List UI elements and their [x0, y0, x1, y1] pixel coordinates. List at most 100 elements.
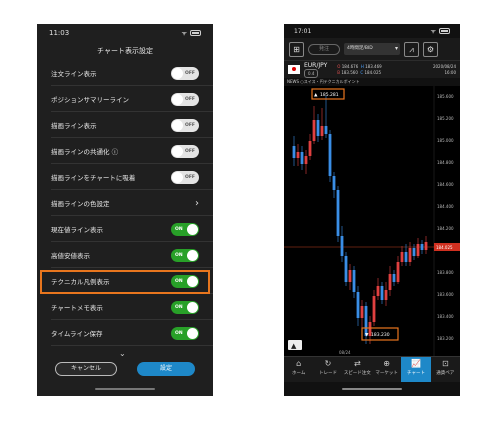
wifi-icon: ᯤ [430, 28, 436, 35]
bid-value: 183.560 [341, 69, 358, 75]
toggle-switch[interactable]: ON [171, 274, 199, 288]
toggle-state-label: OFF [185, 122, 195, 128]
toggle-knob [172, 67, 183, 79]
toggle-switch[interactable]: ON [171, 300, 199, 314]
toggle-state-label: ON [175, 278, 183, 284]
candle-body [360, 306, 364, 318]
candle-body [364, 306, 368, 336]
quote-time: 16:00 [444, 69, 456, 75]
candle-body [308, 141, 312, 156]
candle-body [420, 244, 424, 250]
low-marker-arrow: ▼ [365, 333, 369, 338]
pair-name: EUR/JPY [304, 61, 328, 69]
candle-body [344, 256, 348, 282]
currency-pair[interactable]: EUR/JPY 0.4 [304, 62, 327, 78]
candle-body [416, 244, 420, 256]
toggle-switch[interactable]: ON [171, 248, 199, 262]
tab-item[interactable]: ⇄ スピード注文 [343, 357, 372, 382]
candle-body [424, 242, 428, 250]
candle-body [408, 248, 412, 262]
y-tick-label: 185.000 [437, 138, 454, 143]
order-button[interactable]: 発注 [308, 43, 340, 55]
chart-toolbar: ⊞ 発注 4時間足/BID ⩘ ⚙ [284, 38, 460, 60]
toggle-switch[interactable]: OFF [171, 144, 199, 158]
toggle-switch[interactable]: OFF [171, 170, 199, 184]
toggle-state-label: ON [175, 330, 183, 336]
candle-body [328, 134, 332, 176]
close-label: C [360, 69, 364, 75]
chevron-right-icon: › [195, 197, 199, 209]
candle-body [340, 236, 344, 256]
settings-row[interactable]: 描画ラインの共通化 ⓘ OFF [37, 138, 213, 164]
tab-item[interactable]: ↻ トレード [313, 357, 342, 382]
y-tick-label: 183.600 [437, 292, 454, 297]
settings-row[interactable]: テクニカル凡例表示 ON [37, 268, 213, 294]
set-button[interactable]: 設定 [137, 362, 195, 376]
settings-row[interactable]: チャートメモ表示 ON [37, 294, 213, 320]
candle-body [392, 274, 396, 282]
candle-body [348, 270, 352, 282]
high-label: H [360, 63, 364, 69]
open-label: O [337, 63, 341, 69]
settings-row[interactable]: 描画ラインの色設定 › [37, 190, 213, 216]
close-value: 184.025 [364, 69, 382, 75]
grid-layout-icon[interactable]: ⊞ [289, 41, 304, 57]
settings-row[interactable]: 現在値ライン表示 ON [37, 216, 213, 242]
scroll-up-icon: ▲ [291, 342, 297, 350]
toggle-state-label: OFF [185, 70, 195, 76]
tab-label: チャート [406, 371, 425, 376]
toggle-switch[interactable]: OFF [171, 92, 199, 106]
settings-row[interactable]: タイムライン保存 ON [37, 320, 213, 346]
chart-type-icon[interactable]: ⩘ [404, 41, 419, 57]
settings-row-label: 描画ラインの色設定 [51, 200, 110, 208]
candlestick-chart[interactable]: 185.600 185.200 185.000 184.800 184.600 184.4… [284, 86, 460, 356]
y-tick-label: 184.400 [437, 204, 454, 209]
settings-row-label: タイムライン保存 [51, 330, 103, 338]
settings-row[interactable]: 注文ライン表示 OFF [37, 60, 213, 86]
candle-body [352, 270, 356, 292]
settings-row[interactable]: 描画ライン表示 OFF [37, 112, 213, 138]
chevron-down-icon[interactable]: ⌄ [119, 349, 126, 358]
settings-row[interactable]: 描画ラインをチャートに吸着 OFF [37, 164, 213, 190]
candle-body [324, 126, 328, 134]
tab-item[interactable]: 📈 チャート [401, 357, 431, 382]
bottom-tab-bar: ⌂ ホーム ↻ トレード ⇄ スピード注文 ⊕ マーケット 📈 チャート ⊡ 通貨ペア [284, 356, 460, 382]
settings-row-label: テクニカル凡例表示 [51, 278, 110, 286]
y-tick-label: 184.200 [437, 226, 454, 231]
tab-item[interactable]: ⊕ マーケット [372, 357, 401, 382]
row-divider [51, 345, 213, 346]
status-icons: ᯤ [182, 29, 201, 37]
home-indicator[interactable] [95, 388, 155, 390]
candle-body [356, 292, 360, 318]
toggle-switch[interactable]: ON [171, 222, 199, 236]
tab-item[interactable]: ⌂ ホーム [284, 357, 313, 382]
settings-row-label: 現在値ライン表示 [51, 226, 103, 234]
toggle-state-label: OFF [185, 174, 195, 180]
timeframe-select[interactable]: 4時間足/BID [344, 43, 400, 55]
low-value-label: 183.230 [371, 332, 390, 338]
cancel-button[interactable]: キャンセル [55, 362, 117, 376]
tab-label: トレード [318, 371, 337, 376]
y-tick-label: 184.800 [437, 160, 454, 165]
current-price-label: 184.025 [436, 245, 453, 250]
toggle-knob [187, 275, 198, 287]
toggle-knob [172, 171, 183, 183]
toggle-switch[interactable]: OFF [171, 66, 199, 80]
home-indicator[interactable] [342, 388, 402, 390]
settings-row[interactable]: ポジションサマリーライン OFF [37, 86, 213, 112]
toggle-knob [187, 327, 198, 339]
chart-settings-icon[interactable]: ⚙ [423, 41, 438, 57]
settings-row[interactable]: 高値安値表示 ON [37, 242, 213, 268]
tab-icon: ⊡ [441, 359, 449, 368]
status-bar: 11:03 ᯤ [37, 24, 213, 42]
toggle-switch[interactable]: ON [171, 326, 199, 340]
news-ticker[interactable]: NEWS ○スイス・円テクニカルポイント [284, 78, 460, 86]
tab-label: スピード注文 [343, 371, 371, 376]
tab-item[interactable]: ⊡ 通貨ペア [431, 357, 460, 382]
settings-row-label: 描画ラインをチャートに吸着 [51, 174, 136, 182]
candle-body [316, 120, 320, 136]
tab-icon: 📈 [410, 359, 421, 368]
tab-icon: ⇄ [353, 359, 361, 368]
toggle-switch[interactable]: OFF [171, 118, 199, 132]
tab-label: マーケット [375, 371, 398, 376]
